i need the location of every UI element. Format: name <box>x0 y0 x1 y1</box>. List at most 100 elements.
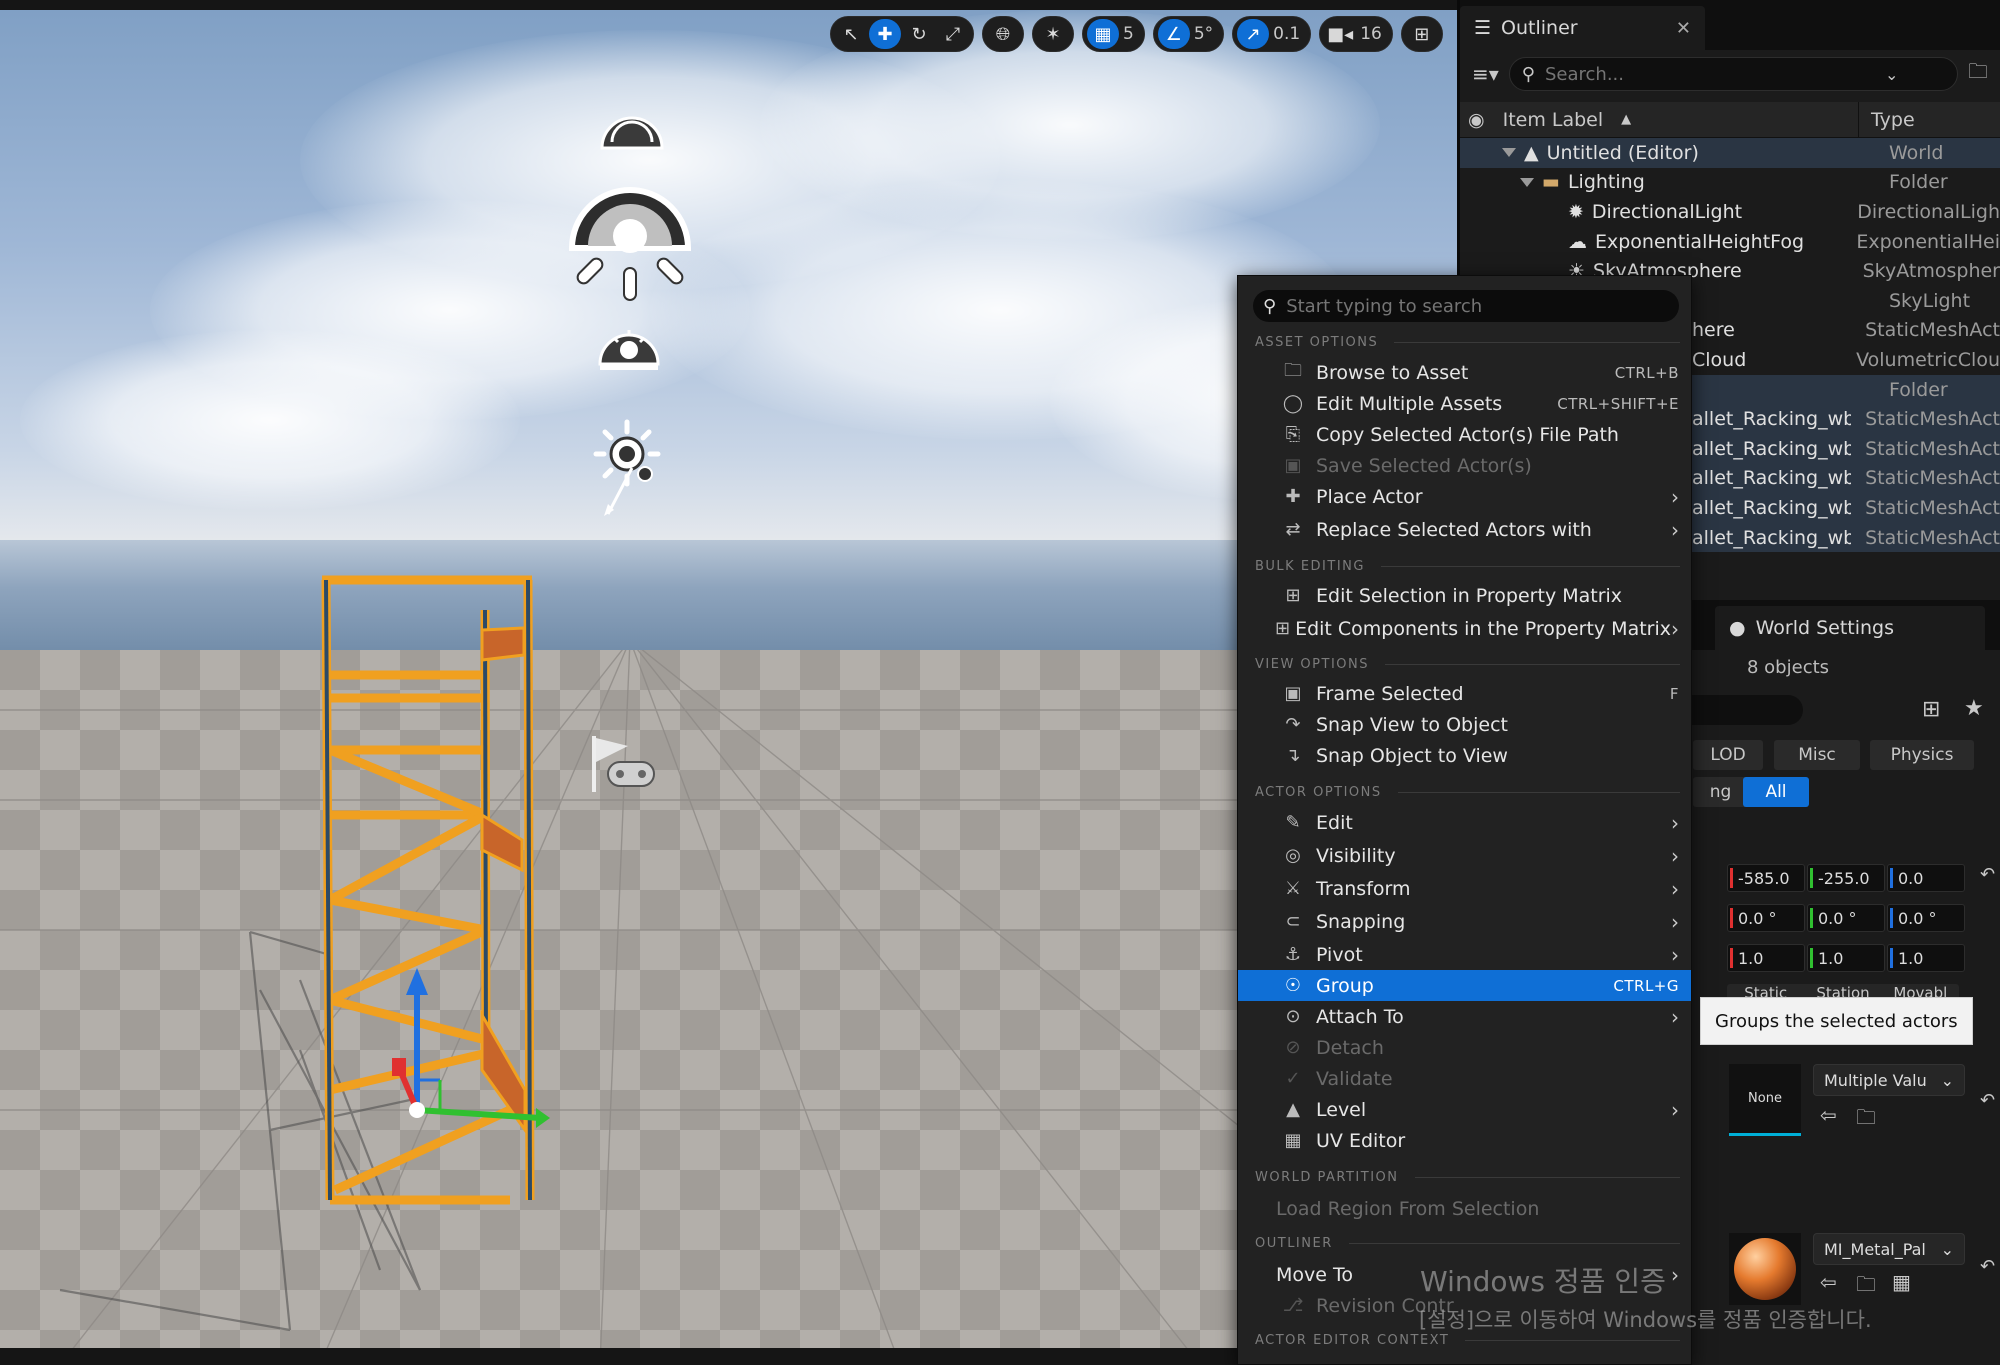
skylight-icon[interactable] <box>566 176 694 306</box>
tree-row-actor[interactable]: ☁ ExponentialHeightFog ExponentialHei <box>1460 227 2000 257</box>
context-menu-search-input[interactable] <box>1286 295 1647 317</box>
static-mesh-dropdown[interactable]: Multiple Valu ⌄ <box>1813 1064 1965 1096</box>
group-tooltip: Groups the selected actors <box>1700 997 1973 1045</box>
type-column[interactable]: Type <box>1858 102 1915 137</box>
category-all-button[interactable]: All <box>1743 777 1809 807</box>
mobility-static[interactable]: Static <box>1727 984 1804 998</box>
menu-item-snap-view-to-object[interactable]: ↷ Snap View to Object <box>1238 709 1691 740</box>
location-x-field[interactable]: -585.0 <box>1727 864 1805 892</box>
category-lod-button[interactable]: LOD <box>1693 740 1763 770</box>
scale-snap-value[interactable]: 0.1 <box>1271 24 1306 44</box>
height-fog-icon[interactable] <box>596 320 662 372</box>
visibility-eye-icon[interactable]: ◉ <box>1468 109 1485 131</box>
scale-tool-icon[interactable]: ⤢ <box>937 19 969 49</box>
outliner-tab-label: Outliner <box>1501 17 1578 39</box>
outliner-tab[interactable]: ☰ Outliner ✕ <box>1460 6 1705 50</box>
favorites-star-icon[interactable]: ★ <box>1964 696 1984 721</box>
rotation-snap-icon[interactable]: ∠ <box>1157 19 1190 49</box>
transform-tools-group: ↖ ✚ ↻ ⤢ <box>830 16 974 52</box>
menu-item-edit[interactable]: ✎ Edit › <box>1238 807 1691 838</box>
grid-snap-value[interactable]: 5 <box>1121 24 1140 44</box>
menu-item-snap-object-to-view[interactable]: ↴ Snap Object to View <box>1238 740 1691 771</box>
reset-mesh-icon[interactable]: ↶ <box>1980 1090 1995 1111</box>
search-dropdown-icon[interactable]: ⌄ <box>1885 65 1898 84</box>
menu-item-snapping[interactable]: ⊂ Snapping › <box>1238 906 1691 937</box>
mobility-stationary[interactable]: Station <box>1804 984 1881 998</box>
menu-item-replace-selected-actors[interactable]: ⇄ Replace Selected Actors with › <box>1238 514 1691 545</box>
category-misc-button[interactable]: Misc <box>1774 740 1860 770</box>
scale-snap-icon[interactable]: ↗ <box>1237 19 1270 49</box>
location-y-field[interactable]: -255.0 <box>1807 864 1885 892</box>
scale-y-field[interactable]: 1.0 <box>1807 944 1885 972</box>
browse-asset-icon[interactable]: 🗀︎ <box>1856 1103 1876 1137</box>
item-label-column[interactable]: ◉ Item Label ▲ <box>1460 109 1858 131</box>
tree-row-world[interactable]: ▲ Untitled (Editor) World <box>1460 138 2000 168</box>
item-label-header: Item Label <box>1502 108 1604 131</box>
pallet-racking-actor[interactable] <box>300 570 550 1210</box>
menu-item-detach[interactable]: ⊘ Detach <box>1238 1032 1691 1063</box>
menu-item-pivot[interactable]: ⚓ Pivot › <box>1238 939 1691 970</box>
mobility-movable[interactable]: Movabl <box>1882 984 1959 998</box>
menu-item-edit-components-matrix[interactable]: ⊞ Edit Components in the Property Matrix › <box>1238 613 1691 644</box>
rotation-snap-value[interactable]: 5° <box>1192 24 1219 44</box>
property-matrix-icon: ⊞ <box>1274 618 1291 639</box>
menu-item-load-region[interactable]: Load Region From Selection <box>1238 1193 1691 1224</box>
player-start-icon[interactable] <box>590 732 658 794</box>
category-physics-button[interactable]: Physics <box>1870 740 1974 770</box>
outliner-search-input[interactable] <box>1544 63 1875 85</box>
submenu-arrow-icon: › <box>1671 843 1679 868</box>
surface-snap-group: ✶ <box>1032 16 1074 52</box>
menu-item-uv-editor[interactable]: ▦ UV Editor <box>1238 1125 1691 1156</box>
filter-icon[interactable]: ≡▾ <box>1472 62 1499 86</box>
menu-item-transform[interactable]: ⚔ Transform › <box>1238 873 1691 904</box>
reset-location-icon[interactable]: ↶ <box>1980 864 1995 885</box>
camera-speed-icon[interactable]: ■◂ <box>1324 19 1356 49</box>
directional-light-icon[interactable] <box>590 418 664 518</box>
world-space-icon[interactable]: 🌐︎ <box>987 19 1019 49</box>
menu-item-attach-to[interactable]: ⊙ Attach To › <box>1238 1001 1691 1032</box>
menu-item-copy-file-path[interactable]: ⎘ Copy Selected Actor(s) File Path <box>1238 419 1691 450</box>
viewport-layout-icon[interactable]: ⊞ <box>1406 19 1438 49</box>
scale-x-field[interactable]: 1.0 <box>1727 944 1805 972</box>
menu-item-place-actor[interactable]: ✚ Place Actor › <box>1238 481 1691 512</box>
rotation-y-field[interactable]: 0.0 ° <box>1807 904 1885 932</box>
menu-item-visibility[interactable]: ◎ Visibility › <box>1238 840 1691 871</box>
reset-material-icon[interactable]: ↶ <box>1980 1256 1995 1277</box>
menu-item-edit-multiple-assets[interactable]: ◯ Edit Multiple Assets CTRL+SHIFT+E <box>1238 388 1691 419</box>
property-matrix-icon[interactable]: ⊞ <box>1922 697 1940 722</box>
menu-item-validate[interactable]: ✓ Validate <box>1238 1063 1691 1094</box>
menu-item-level[interactable]: ▲ Level › <box>1238 1094 1691 1125</box>
camera-speed-value[interactable]: 16 <box>1358 24 1388 44</box>
location-z-field[interactable]: 0.0 <box>1887 864 1965 892</box>
submenu-arrow-icon: › <box>1671 810 1679 835</box>
submenu-arrow-icon: › <box>1671 1004 1679 1029</box>
scale-z-field[interactable]: 1.0 <box>1887 944 1965 972</box>
tree-row-folder[interactable]: ▬ Lighting Folder <box>1460 168 2000 198</box>
menu-item-edit-selection-matrix[interactable]: ⊞ Edit Selection in Property Matrix <box>1238 580 1691 611</box>
menu-item-group[interactable]: ☉ Group CTRL+G <box>1238 970 1691 1001</box>
static-mesh-thumbnail[interactable]: None <box>1729 1064 1801 1136</box>
rotation-x-field[interactable]: 0.0 ° <box>1727 904 1805 932</box>
section-outliner: OUTLINER <box>1255 1233 1680 1253</box>
type-header: Type <box>1871 108 1915 131</box>
replace-actor-icon: ⇄ <box>1285 519 1301 540</box>
use-selected-asset-icon[interactable]: ⇦ <box>1820 1103 1837 1127</box>
menu-item-save-selected-actors[interactable]: ▣ Save Selected Actor(s) <box>1238 450 1691 481</box>
add-folder-icon[interactable]: 🗀︎ <box>1968 57 1988 91</box>
sky-atmosphere-icon[interactable] <box>598 112 666 152</box>
material-options-icon[interactable]: ▦ <box>1892 1270 1911 1294</box>
rotate-tool-icon[interactable]: ↻ <box>903 19 935 49</box>
translate-tool-icon[interactable]: ✚ <box>869 19 901 49</box>
menu-item-frame-selected[interactable]: ▣ Frame Selected F <box>1238 678 1691 709</box>
snap-object-icon: ↴ <box>1285 745 1301 766</box>
select-tool-icon[interactable]: ↖ <box>835 19 867 49</box>
tree-row-actor[interactable]: ✹ DirectionalLight DirectionalLigh <box>1460 197 2000 227</box>
menu-item-browse-to-asset[interactable]: 🗀︎ Browse to Asset CTRL+B <box>1238 357 1691 388</box>
grid-snap-icon[interactable]: ▦ <box>1087 19 1119 49</box>
rotation-z-field[interactable]: 0.0 ° <box>1887 904 1965 932</box>
category-partial-button[interactable]: ng <box>1693 777 1748 807</box>
close-tab-icon[interactable]: ✕ <box>1676 18 1691 39</box>
surface-snapping-icon[interactable]: ✶ <box>1037 19 1069 49</box>
chevron-down-icon: ⌄ <box>1940 1239 1954 1259</box>
world-settings-tab[interactable]: ● World Settings <box>1715 606 1985 650</box>
